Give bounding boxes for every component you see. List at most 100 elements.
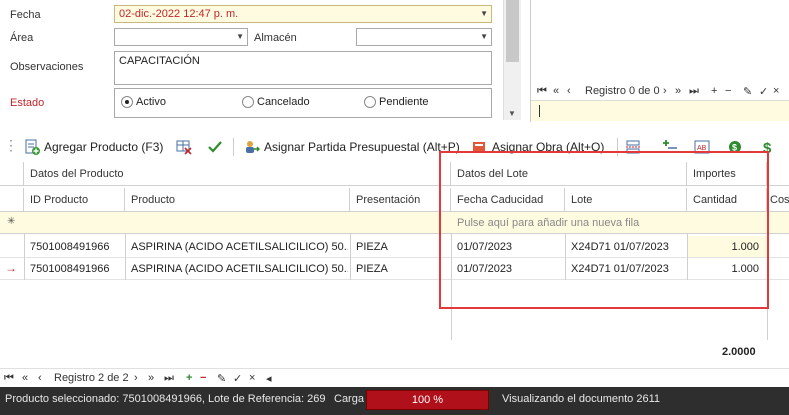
grid-line [350, 234, 351, 280]
column-header-id-producto[interactable]: ID Producto [24, 188, 125, 212]
add-row-icon[interactable] [662, 139, 678, 155]
edit-record-icon[interactable]: ✎ [743, 85, 752, 98]
right-panel-input-row[interactable] [531, 100, 789, 121]
last-record-icon[interactable]: ⏭ [164, 372, 174, 385]
cancel-record-icon[interactable]: × [773, 85, 779, 97]
almacen-select[interactable]: ▼ [356, 28, 492, 46]
assign-budget-button[interactable]: Asignar Partida Presupuestal (Alt+P) [244, 139, 460, 155]
fecha-value: 02-dic.-2022 12:47 p. m. [119, 8, 239, 20]
cell-presentacion: PIEZA [356, 263, 388, 275]
chevron-down-icon[interactable]: ▼ [236, 32, 244, 41]
right-panel: ⏮ « ‹ Registro 0 de 0 › » ⏭ + − ✎ ✓ × [530, 0, 789, 122]
delete-record-icon[interactable]: − [200, 372, 206, 384]
form-vertical-scrollbar[interactable]: ▼ [503, 0, 521, 120]
svg-text:AB: AB [697, 145, 707, 152]
cell-producto: ASPIRINA (ACIDO ACETILSALICILICO) 50... [131, 263, 348, 275]
column-header-presentacion[interactable]: Presentación [350, 188, 451, 212]
assign-work-icon [473, 142, 485, 153]
estado-radio-cancelado[interactable]: Cancelado [242, 96, 310, 108]
products-grid: Datos del Producto Datos del Lote Import… [0, 162, 789, 340]
svg-text:$: $ [763, 140, 772, 155]
currency-icon[interactable]: $ [760, 139, 776, 155]
confirm-record-icon[interactable]: ✓ [233, 372, 242, 385]
add-record-icon[interactable]: + [186, 372, 192, 384]
selected-product-status: Producto seleccionado: 7501008491966, Lo… [5, 393, 326, 405]
next-record-icon[interactable]: › [663, 85, 667, 97]
group-header-producto: Datos del Producto [24, 162, 451, 186]
load-progress-value: 100 % [411, 394, 444, 406]
column-header-fecha-caducidad[interactable]: Fecha Caducidad [451, 188, 565, 212]
confirm-check-icon[interactable] [207, 139, 223, 155]
grid-navigator: ⏮ « ‹ Registro 2 de 2 › » ⏭ + − ✎ ✓ × ◂ [0, 368, 789, 387]
estado-label: Estado [10, 97, 45, 109]
edit-record-icon[interactable]: ✎ [217, 372, 226, 385]
column-header-costo-partial[interactable]: Cos [767, 188, 789, 212]
cancel-record-icon[interactable]: × [249, 372, 255, 384]
new-row-placeholder[interactable]: ✳ Pulse aquí para añadir una nueva fila [0, 212, 789, 234]
first-record-icon[interactable]: ⏮ [537, 85, 547, 98]
area-select[interactable]: ▼ [114, 28, 248, 46]
grid-line [451, 234, 452, 340]
filter-icon[interactable]: ◂ [266, 372, 272, 385]
estado-radio-group: Activo Cancelado Pendiente [114, 88, 492, 118]
confirm-record-icon[interactable]: ✓ [759, 85, 768, 98]
cell-fecha-caducidad: 01/07/2023 [457, 263, 513, 275]
group-header-lote: Datos del Lote [451, 162, 687, 186]
column-header-lote[interactable]: Lote [565, 188, 687, 212]
assign-budget-icon [246, 141, 260, 153]
scroll-down-arrow-icon[interactable]: ▼ [508, 109, 516, 118]
right-panel-navigator: ⏮ « ‹ Registro 0 de 0 › » ⏭ + − ✎ ✓ × [531, 84, 789, 100]
group-header-overflow [767, 162, 789, 186]
next-page-icon[interactable]: » [675, 85, 681, 97]
observaciones-label: Observaciones [10, 61, 84, 73]
next-record-icon[interactable]: › [134, 372, 138, 384]
cell-lote: X24D71 01/07/2023 [571, 241, 669, 253]
split-rows-icon[interactable] [625, 139, 641, 155]
almacen-label: Almacén [254, 32, 297, 44]
next-page-icon[interactable]: » [148, 372, 154, 384]
first-record-icon[interactable]: ⏮ [4, 372, 14, 385]
cell-presentacion: PIEZA [356, 241, 388, 253]
table-row[interactable]: 7501008491966 ASPIRINA (ACIDO ACETILSALI… [0, 236, 789, 258]
chevron-down-icon[interactable]: ▼ [480, 32, 488, 41]
add-record-icon[interactable]: + [711, 85, 717, 97]
radio-checked-icon [121, 96, 133, 108]
money-search-icon[interactable]: $ [727, 139, 743, 155]
assign-work-button[interactable]: Asignar Obra (Alt+O) [472, 139, 604, 155]
svg-text:$: $ [732, 143, 737, 153]
prev-record-icon[interactable]: ‹ [38, 372, 42, 384]
prev-page-icon[interactable]: « [22, 372, 28, 384]
load-label: Carga [334, 393, 364, 405]
estado-radio-activo[interactable]: Activo [121, 96, 166, 108]
table-row[interactable]: → 7501008491966 ASPIRINA (ACIDO ACETILSA… [0, 258, 789, 280]
new-row-star-icon: ✳ [7, 216, 16, 227]
cell-cantidad[interactable]: 1.000 [689, 263, 759, 275]
estado-radio-pendiente[interactable]: Pendiente [364, 96, 429, 108]
last-record-icon[interactable]: ⏭ [689, 85, 699, 98]
cell-cantidad[interactable]: 1.000 [689, 241, 759, 253]
record-counter: Registro 2 de 2 [54, 372, 129, 384]
grid-line [767, 234, 768, 340]
prev-page-icon[interactable]: « [553, 85, 559, 97]
current-row-arrow-icon: → [5, 261, 17, 275]
grid-line [125, 234, 126, 280]
grid-line [687, 234, 688, 280]
column-header-cantidad[interactable]: Cantidad [687, 188, 767, 212]
observaciones-value: CAPACITACIÓN [119, 55, 200, 67]
observaciones-textarea[interactable]: CAPACITACIÓN [114, 51, 492, 85]
prev-record-icon[interactable]: ‹ [567, 85, 571, 97]
text-format-icon[interactable]: AB [694, 139, 710, 155]
product-toolbar: ⋮ Agregar Producto (F3) Asignar Partida … [0, 133, 789, 161]
column-header-producto[interactable]: Producto [125, 188, 350, 212]
cell-lote: X24D71 01/07/2023 [571, 263, 669, 275]
scrollbar-thumb[interactable] [506, 0, 519, 62]
add-product-button[interactable]: Agregar Producto (F3) [24, 139, 163, 155]
document-status: Visualizando el documento 2611 [502, 393, 660, 405]
chevron-down-icon[interactable]: ▼ [480, 9, 488, 18]
delete-rows-grid-icon[interactable] [176, 139, 192, 155]
delete-record-icon[interactable]: − [725, 85, 731, 97]
toolbar-grip-icon: ⋮ [4, 137, 18, 153]
new-row-hint: Pulse aquí para añadir una nueva fila [457, 217, 640, 229]
toolbar-separator [617, 138, 618, 156]
fecha-datepicker[interactable]: 02-dic.-2022 12:47 p. m. ▼ [114, 5, 492, 23]
